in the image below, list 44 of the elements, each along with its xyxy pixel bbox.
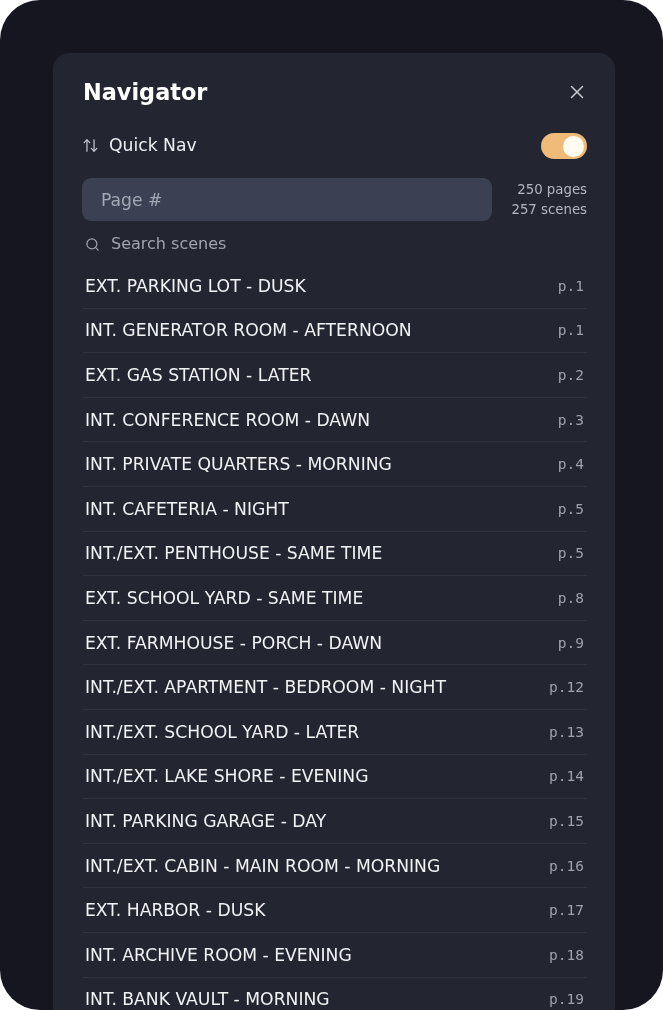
page-number: p.8 <box>557 588 584 607</box>
document-stat: 250 pages <box>517 180 587 199</box>
scene-heading[interactable]: INT./EXT. SCHOOL YARD - LATER <box>85 721 360 742</box>
page-number: p.14 <box>549 767 584 786</box>
scene-heading[interactable]: EXT. SCHOOL YARD - SAME TIME <box>85 587 364 608</box>
scene-heading[interactable]: INT. PARKING GARAGE - DAY <box>85 810 327 831</box>
page-number: p.4 <box>557 455 584 474</box>
page-number: p.18 <box>549 945 584 964</box>
page-number: p.12 <box>549 678 584 697</box>
page-number: p.3 <box>557 410 584 429</box>
page-number: p.2 <box>557 366 584 384</box>
page-number: p.5 <box>557 499 584 518</box>
page-number: p.13 <box>549 722 584 741</box>
dialog-title: Navigator <box>83 80 208 104</box>
quick-nav-toggle[interactable] <box>541 133 587 159</box>
scene-heading[interactable]: INT. CONFERENCE ROOM - DAWN <box>85 409 370 430</box>
page-number-field[interactable]: Page # <box>82 178 492 221</box>
search-icon <box>85 236 100 252</box>
page-number: p.15 <box>549 811 584 830</box>
quick-nav-label: Quick Nav <box>109 134 197 158</box>
scene-heading[interactable]: INT. PRIVATE QUARTERS - MORNING <box>85 454 392 475</box>
scene-heading[interactable]: EXT. PARKING LOT - DUSK <box>85 275 306 296</box>
page-number: p.17 <box>549 901 584 920</box>
search-field[interactable]: Search scenes <box>111 232 391 256</box>
page-number: p.9 <box>557 633 584 652</box>
page-number: p.5 <box>557 544 584 563</box>
scene-heading[interactable]: INT./EXT. CABIN - MAIN ROOM - MORNING <box>85 855 441 876</box>
scene-heading[interactable]: INT./EXT. LAKE SHORE - EVENING <box>85 766 369 787</box>
toggle-knob-icon <box>563 135 584 157</box>
document-stat: 257 scenes <box>511 200 587 219</box>
page-number: p.1 <box>557 321 584 340</box>
page-number: p.19 <box>549 990 584 1009</box>
scene-heading[interactable]: INT. BANK VAULT - MORNING <box>85 989 330 1010</box>
scene-heading[interactable]: INT./EXT. PENTHOUSE - SAME TIME <box>85 543 383 564</box>
page-number: p.16 <box>549 856 584 875</box>
scene-heading[interactable]: EXT. HARBOR - DUSK <box>85 900 266 921</box>
page-number: p.1 <box>557 276 584 295</box>
scene-heading[interactable]: INT. CAFETERIA - NIGHT <box>85 498 289 519</box>
scene-heading[interactable]: EXT. FARMHOUSE - PORCH - DAWN <box>85 632 383 653</box>
scene-heading[interactable]: INT./EXT. APARTMENT - BEDROOM - NIGHT <box>85 677 446 698</box>
up-down-arrows-icon <box>82 137 99 155</box>
scene-heading[interactable]: EXT. GAS STATION - LATER <box>85 365 312 385</box>
scene-heading[interactable]: INT. GENERATOR ROOM - AFTERNOON <box>85 320 412 341</box>
scene-heading[interactable]: INT. ARCHIVE ROOM - EVENING <box>85 944 352 965</box>
